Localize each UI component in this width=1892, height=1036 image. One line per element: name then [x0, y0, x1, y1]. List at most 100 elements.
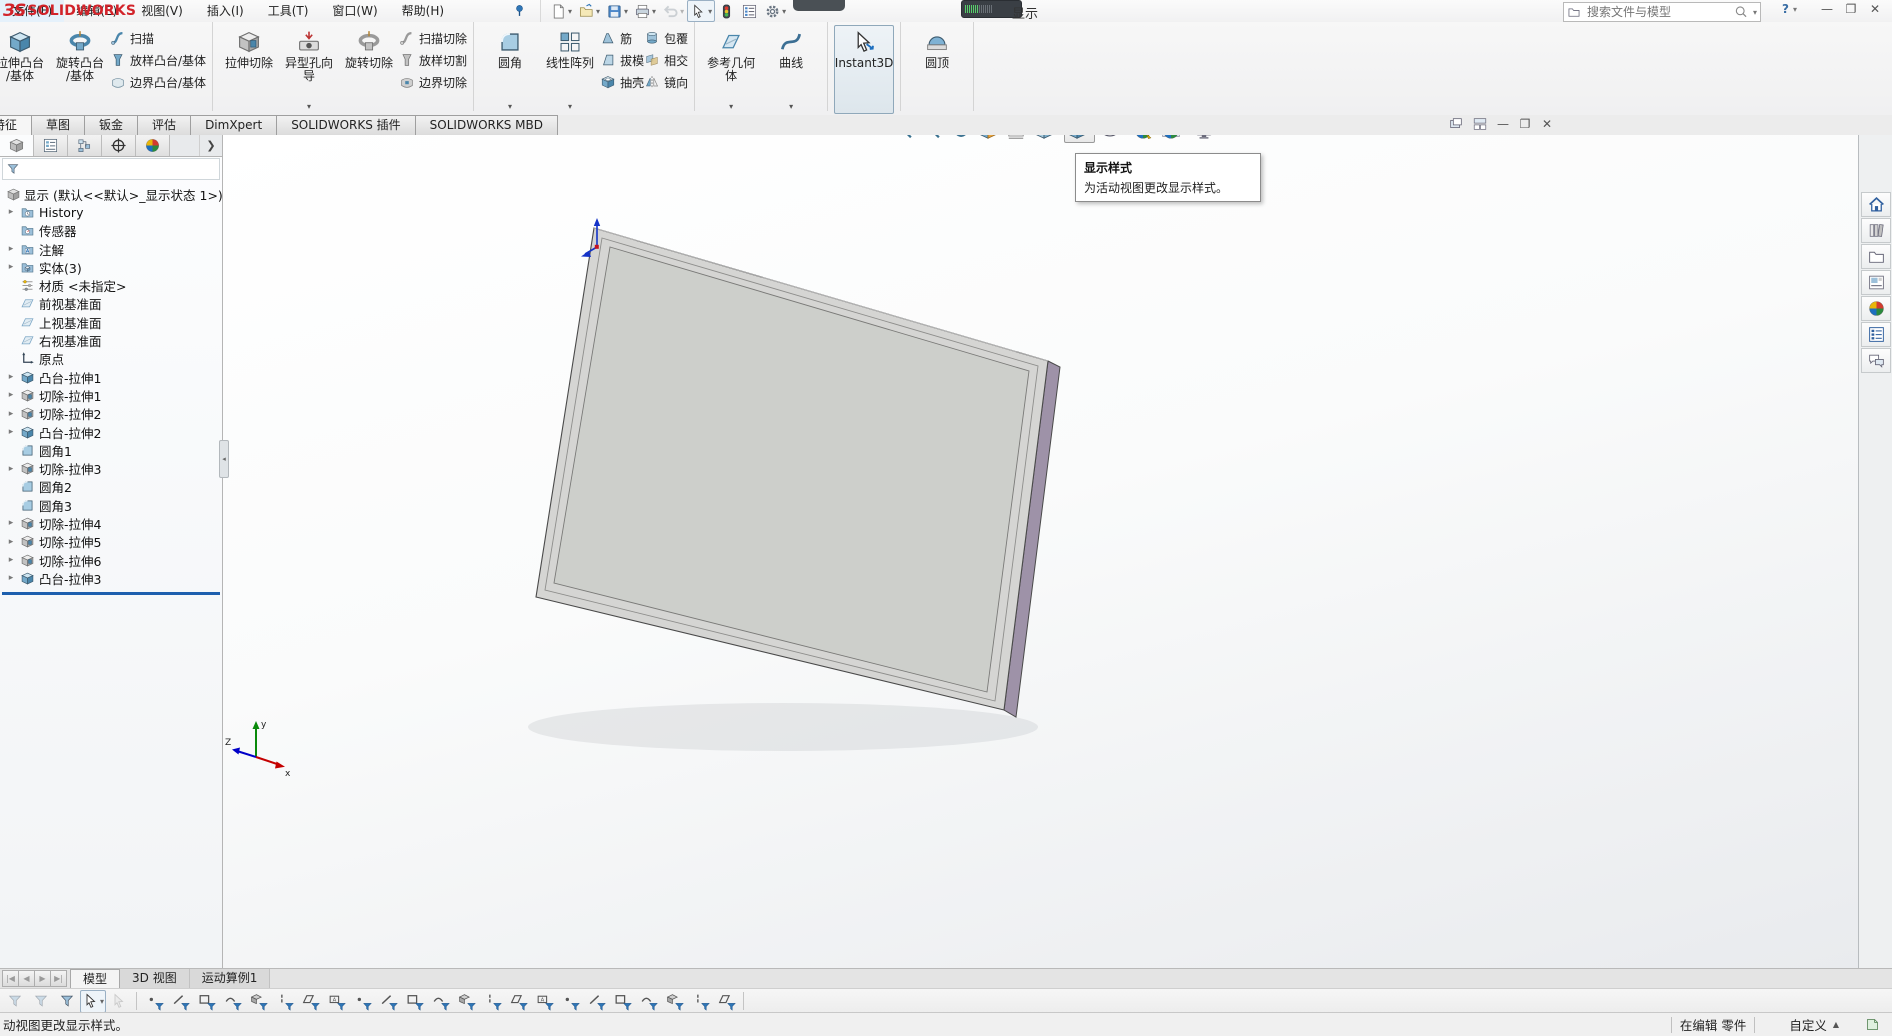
tree-item[interactable]: 圆角1 [0, 441, 222, 459]
expand-arrow-icon[interactable]: ▸ [4, 372, 18, 382]
taskpane-appearances-button[interactable] [1861, 296, 1891, 321]
tree-item[interactable]: ▸ 切除-拉伸4 [0, 514, 222, 532]
view-settings-button[interactable]: ▾ [1191, 135, 1222, 143]
tree-item[interactable]: 圆角3 [0, 496, 222, 514]
rebuild-traffic-light-button[interactable] [715, 0, 738, 22]
ribbon-button-cut-extrude[interactable]: 拉伸切除 [219, 25, 279, 114]
feature-tree-root[interactable]: 显示 (默认<<默认>_显示状态 1>) [0, 185, 223, 203]
tab-SOLIDWORKS MBD[interactable]: SOLIDWORKS MBD [414, 115, 558, 135]
expand-arrow-icon[interactable]: ▸ [4, 390, 18, 400]
tree-item[interactable]: ▸ 凸台-拉伸2 [0, 423, 222, 441]
select-all-filters-button[interactable] [54, 990, 80, 1013]
undo-button[interactable]: ▾ [659, 0, 687, 22]
search-icon[interactable] [1734, 5, 1748, 19]
expand-arrow-icon[interactable]: ▸ [4, 555, 18, 565]
taskpane-file-explorer-button[interactable] [1861, 244, 1891, 269]
doc-close-button[interactable]: ✕ [1540, 117, 1554, 131]
lasso-select-button[interactable] [106, 990, 132, 1013]
model-3d-view[interactable]: y x Z [223, 135, 1858, 968]
select-cursor-button[interactable]: ▾ [687, 0, 716, 22]
ribbon-button-boundary[interactable]: 边界凸台/基体 [110, 73, 206, 91]
bottom-tab-运动算例1[interactable]: 运动算例1 [189, 969, 271, 988]
options-list-button[interactable] [738, 0, 761, 22]
filter-planes-button[interactable] [297, 990, 323, 1013]
settings-gear-caret-icon[interactable]: ▾ [782, 7, 786, 16]
expand-arrow-icon[interactable]: ▸ [4, 464, 18, 474]
ribbon-button-fillet[interactable]: 圆角 ▾ [480, 25, 540, 114]
fm-tab-dimxpert-manager[interactable] [102, 135, 136, 156]
filter-axes-button[interactable] [271, 990, 297, 1013]
filter-sketch-segments-button[interactable] [349, 990, 375, 1013]
taskpane-forum-button[interactable] [1861, 348, 1891, 373]
ribbon-button-curves[interactable]: 曲线 ▾ [761, 25, 821, 114]
tab-DimXpert[interactable]: DimXpert [190, 115, 278, 135]
filter-routing-points-button[interactable] [687, 990, 713, 1013]
display-style-button[interactable]: ▾ [1064, 135, 1096, 143]
doc-restore-button[interactable]: ❐ [1518, 117, 1532, 131]
annotation-view-button[interactable]: A [1003, 135, 1029, 143]
hide-show-items-button[interactable]: ▾ [1097, 135, 1128, 143]
filter-annotations-button[interactable] [661, 990, 687, 1013]
view-settings-caret-icon[interactable]: ▾ [1215, 135, 1219, 136]
graphics-viewport[interactable]: y x Z A ▾ ▾ ▾ ▾ ▾ 显示样式 为活动视图更改显示样式。 [223, 135, 1858, 968]
filter-balloons-button[interactable] [505, 990, 531, 1013]
filter-dimensions-button[interactable] [453, 990, 479, 1013]
search-box[interactable]: ▾ [1563, 2, 1761, 22]
view-orientation-button[interactable]: ▾ [1031, 135, 1062, 143]
filter-faces-button[interactable] [193, 990, 219, 1013]
tab-钣金[interactable]: 钣金 [84, 115, 139, 135]
ribbon-button-revolve-cut[interactable]: 旋转切除 [339, 25, 399, 114]
hole-wizard-caret-icon[interactable]: ▾ [307, 102, 311, 111]
ribbon-button-reference-geometry[interactable]: 参考几何 体 ▾ [701, 25, 761, 114]
tree-item[interactable]: 前视基准面 [0, 295, 222, 313]
taskpane-home-button[interactable] [1861, 192, 1891, 217]
restore-button[interactable]: ❐ [1844, 2, 1858, 16]
filter-edges-button[interactable] [167, 990, 193, 1013]
doc-minimize-button[interactable]: — [1496, 117, 1510, 131]
tree-item[interactable]: 上视基准面 [0, 313, 222, 331]
tree-item[interactable]: ▸ 切除-拉伸2 [0, 405, 222, 423]
menu-item-5[interactable]: 工具(T) [256, 0, 321, 22]
close-button[interactable]: ✕ [1868, 2, 1882, 16]
ribbon-button-hole-wizard[interactable]: 异型孔向 导 ▾ [279, 25, 339, 114]
search-input[interactable] [1585, 4, 1730, 20]
tree-item[interactable]: ▸ 切除-拉伸6 [0, 551, 222, 569]
feature-tree-filter[interactable] [2, 158, 220, 180]
apply-scene-caret-icon[interactable]: ▾ [1182, 135, 1186, 136]
tree-item[interactable]: ▸ 实体(3) [0, 258, 222, 276]
tree-item[interactable]: ▸ 切除-拉伸5 [0, 533, 222, 551]
bottom-tab-模型[interactable]: 模型 [70, 969, 121, 989]
fm-tab-configuration-manager[interactable] [68, 135, 102, 156]
bottom-tab-3D 视图[interactable]: 3D 视图 [120, 969, 190, 988]
tab-评估[interactable]: 评估 [137, 115, 192, 135]
previous-view-button[interactable] [947, 135, 973, 143]
ribbon-button-dome[interactable]: 圆顶 [907, 25, 967, 114]
taskpane-custom-properties-button[interactable] [1861, 322, 1891, 347]
ribbon-button-shell[interactable]: 抽壳 [600, 73, 644, 91]
expand-arrow-icon[interactable]: ▸ [4, 537, 18, 547]
ribbon-button-boundary-cut[interactable]: 边界切除 [399, 73, 467, 91]
reference-geometry-caret-icon[interactable]: ▾ [729, 102, 733, 111]
nav-next-button[interactable]: ▶ [34, 970, 51, 987]
filter-weld-symbols-button[interactable] [583, 990, 609, 1013]
tree-item[interactable]: ▸ A 注解 [0, 240, 222, 258]
ribbon-button-revolve[interactable]: 旋转凸台 /基体 [50, 25, 110, 114]
expand-arrow-icon[interactable]: ▸ [4, 573, 18, 583]
filter-centerlines-button[interactable] [427, 990, 453, 1013]
taskpane-view-palette-button[interactable] [1861, 270, 1891, 295]
save-caret-icon[interactable]: ▾ [624, 7, 628, 16]
filter-datums-button[interactable] [557, 990, 583, 1013]
filter-gtol-button[interactable]: A [531, 990, 557, 1013]
new-document-caret-icon[interactable]: ▾ [568, 7, 572, 16]
edit-appearance-button[interactable] [1130, 135, 1156, 143]
rollback-bar[interactable] [2, 591, 220, 595]
help-caret-icon[interactable]: ▾ [1793, 5, 1797, 14]
section-view-button[interactable] [975, 135, 1001, 143]
ribbon-button-mirror[interactable]: 镜向 [644, 73, 688, 91]
open-caret-icon[interactable]: ▾ [596, 7, 600, 16]
ribbon-button-loft-cut[interactable]: 放样切割 [399, 51, 467, 69]
search-caret-icon[interactable]: ▾ [1753, 8, 1757, 17]
filter-connection-points-button[interactable] [713, 990, 739, 1013]
filter-notes-button[interactable] [479, 990, 505, 1013]
expand-arrow-icon[interactable]: ▸ [4, 207, 18, 217]
